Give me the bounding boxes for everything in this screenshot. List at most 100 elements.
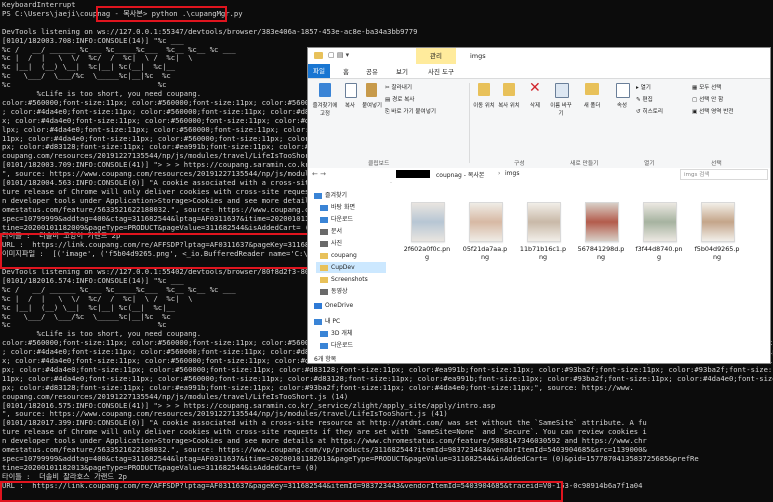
- move-icon: [478, 83, 490, 96]
- file-explorer-window[interactable]: ▢ ▤ ▾ 관리 imgs 파일 홈 공유 보기 사진 도구 즐겨찾기에 고정 …: [307, 47, 771, 364]
- address-bar[interactable]: ← → coupnag - 복사본 › imgs imgs 검색: [308, 168, 770, 183]
- nav-item-icon: [314, 302, 322, 309]
- nav-item-icon: [314, 192, 322, 199]
- tab-share[interactable]: 공유: [366, 66, 378, 76]
- file-item[interactable]: f3f44d8740.png: [634, 182, 684, 272]
- navigation-pane[interactable]: 즐겨찾기 바탕 화면 다운로드 문서 사진 coupang CupDev Screenshot…: [308, 182, 390, 361]
- nav-item[interactable]: 바탕 화면: [320, 202, 355, 213]
- status-bar: 6개 항목: [308, 353, 770, 363]
- history-button[interactable]: ↺ 히스토리: [636, 107, 663, 115]
- open-group-label: 열기: [644, 161, 655, 167]
- nav-item-label: 내 PC: [325, 318, 341, 325]
- nav-item-icon: [314, 318, 322, 325]
- tab-home[interactable]: 홈: [343, 66, 349, 76]
- nav-item-label: 즐겨찾기: [325, 192, 348, 199]
- nav-item[interactable]: 3D 개체: [320, 328, 352, 339]
- select-all-button[interactable]: ▦ 모두 선택: [692, 83, 721, 91]
- nav-item[interactable]: 즐겨찾기: [314, 190, 347, 201]
- terminal-line: omestatus.com/feature/5633521622188032."…: [2, 446, 647, 454]
- terminal-line: DevTools listening on ws://127.0.0.1:553…: [2, 27, 418, 36]
- nav-item-icon: [320, 264, 328, 271]
- tab-picture-tools[interactable]: 사진 도구: [428, 66, 454, 76]
- image-thumbnail: [527, 202, 561, 242]
- nav-item-icon: [320, 276, 328, 283]
- nav-item[interactable]: 다운로드: [320, 340, 353, 351]
- select-group-label: 선택: [711, 161, 722, 167]
- nav-item-label: 문서: [331, 228, 343, 235]
- tab-view[interactable]: 보기: [396, 66, 408, 76]
- nav-item-label: CupDev: [331, 264, 355, 271]
- image-thumbnail: [585, 202, 619, 242]
- image-thumbnail: [469, 202, 503, 242]
- file-name: 2f602a0f0c.png: [403, 245, 451, 261]
- nav-item[interactable]: 동영상: [320, 286, 348, 297]
- paste-shortcut-button[interactable]: ⎘ 바로 가기 붙여넣기: [385, 107, 436, 116]
- terminal-line: [0101/182003.708:INFO:CONSOLE(14)] "%c _…: [2, 36, 184, 45]
- manage-tab[interactable]: 관리: [416, 48, 456, 64]
- window-title: imgs: [470, 52, 486, 60]
- copy-icon: [345, 83, 357, 98]
- rename-icon: [555, 83, 569, 98]
- terminal-line: 11px; color:#4da4e0;font-size:11px; colo…: [2, 374, 773, 383]
- open-button[interactable]: ▸ 열기: [636, 83, 651, 91]
- nav-item-icon: [320, 216, 328, 223]
- pin-icon: [319, 83, 331, 97]
- file-item[interactable]: 05f21da7aa.png: [460, 182, 510, 272]
- folder-icon: [314, 52, 323, 59]
- terminal-line: px; color:#d83128;font-size:11px; color:…: [2, 383, 634, 392]
- terminal-line: n developer tools under Application>Stor…: [2, 437, 647, 446]
- new-folder-icon: [585, 83, 599, 95]
- nav-item[interactable]: 내 PC: [314, 316, 340, 327]
- terminal-line: px; color:#4da4e0;font-size:11px; color:…: [2, 365, 773, 374]
- nav-item-label: 3D 개체: [331, 330, 353, 337]
- clipboard-group-label: 클립보드: [368, 161, 390, 167]
- explorer-titlebar[interactable]: ▢ ▤ ▾ 관리 imgs: [308, 48, 770, 64]
- breadcrumb-parent[interactable]: coupnag - 복사본: [436, 170, 484, 179]
- copy-path-button[interactable]: ▤ 경로 복사: [385, 95, 414, 103]
- invert-selection-button[interactable]: ▣ 선택 영역 반전: [692, 107, 734, 115]
- terminal-line: coupang.com/resources/20191227135544/np/…: [2, 392, 349, 401]
- nav-item[interactable]: CupDev: [316, 262, 386, 273]
- nav-item-label: 다운로드: [331, 342, 354, 349]
- file-name: 11b71b16c1.png: [519, 245, 567, 261]
- file-item[interactable]: 567841298d.png: [576, 182, 626, 272]
- image-thumbnail: [701, 202, 735, 242]
- edit-button[interactable]: ✎ 편집: [636, 95, 653, 103]
- file-name: f5b04d9265.png: [694, 245, 740, 261]
- nav-item-icon: [320, 252, 328, 259]
- nav-item[interactable]: Screenshots: [320, 274, 368, 285]
- back-icon[interactable]: ← →: [312, 170, 326, 178]
- terminal-line: ", source: https://www.coupang.com/resou…: [2, 410, 448, 419]
- paste-icon: [366, 83, 377, 97]
- result-highlight-2: [0, 481, 563, 502]
- image-thumbnail: [411, 202, 445, 242]
- nav-item[interactable]: 문서: [320, 226, 342, 237]
- nav-item-icon: [320, 342, 328, 349]
- cut-button[interactable]: ✂ 잘라내기: [385, 83, 412, 91]
- nav-item-label: 바탕 화면: [331, 204, 355, 211]
- file-item[interactable]: f5b04d9265.png: [692, 182, 742, 272]
- terminal-line: [0101/182017.399:INFO:CONSOLE(0)] "A coo…: [2, 419, 647, 428]
- nav-item[interactable]: 다운로드: [320, 214, 353, 225]
- search-input[interactable]: imgs 검색: [680, 169, 768, 180]
- nav-item-icon: [320, 330, 328, 337]
- file-item[interactable]: 2f602a0f0c.png: [402, 182, 452, 272]
- nav-item[interactable]: OneDrive: [314, 300, 353, 311]
- file-name: 05f21da7aa.png: [462, 245, 508, 261]
- breadcrumb-current[interactable]: imgs: [505, 170, 519, 177]
- tab-file[interactable]: 파일: [308, 64, 330, 78]
- image-thumbnail: [643, 202, 677, 242]
- nav-item[interactable]: coupang: [320, 250, 357, 261]
- file-item[interactable]: 11b71b16c1.png: [518, 182, 568, 272]
- nav-item[interactable]: 사진: [320, 238, 342, 249]
- file-name: 567841298d.png: [577, 245, 625, 261]
- ribbon-divider: [469, 83, 470, 163]
- ribbon-tab-bar: 파일 홈 공유 보기 사진 도구: [308, 64, 770, 78]
- file-list[interactable]: 2f602a0f0c.png 05f21da7aa.png 11b71b16c1.p…: [392, 182, 770, 352]
- file-name: f3f44d8740.png: [635, 245, 683, 261]
- terminal-line: [0101/182016.575:INFO:CONSOLE(41)] "> > …: [2, 401, 496, 410]
- select-none-button[interactable]: ▢ 선택 안 함: [692, 95, 723, 103]
- quick-access-toolbar[interactable]: ▢ ▤ ▾: [328, 51, 349, 59]
- redacted-path: [396, 170, 430, 178]
- copy-to-icon: [503, 83, 515, 96]
